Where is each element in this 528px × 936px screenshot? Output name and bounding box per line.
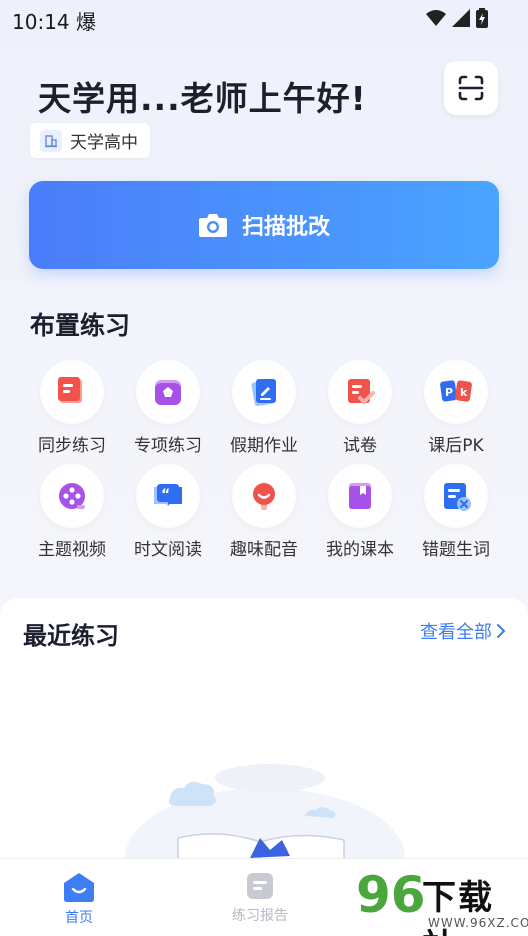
textbook-icon <box>328 464 392 528</box>
grid-item-wrong-words[interactable]: 错题生词 <box>408 464 504 568</box>
grid-item-fun-dubbing[interactable]: 趣味配音 <box>216 464 312 568</box>
status-time: 10:14 爆 <box>12 6 96 35</box>
school-chip[interactable]: 天学高中 <box>30 123 150 158</box>
check-paper-icon <box>328 360 392 424</box>
camera-icon <box>198 214 227 237</box>
nav-home-label: 首页 <box>65 910 93 926</box>
see-all-link[interactable]: 查看全部 <box>420 618 506 644</box>
scan-icon <box>458 75 484 101</box>
edit-note-icon <box>232 360 296 424</box>
quote-book-icon: “ <box>136 464 200 528</box>
grid-label: 主题视频 <box>38 540 106 560</box>
time-text: 10:14 <box>12 10 70 34</box>
grid-item-article-reading[interactable]: “ 时文阅读 <box>120 464 216 568</box>
status-icons <box>426 8 488 28</box>
smile-icon <box>232 464 296 528</box>
grid-item-pk[interactable]: Pk 课后PK <box>408 360 504 464</box>
grid-label: 同步练习 <box>38 436 106 456</box>
grid-label: 专项练习 <box>134 436 202 456</box>
see-all-label: 查看全部 <box>420 622 492 643</box>
grid-row: 同步练习 专项练习 假期作业 试卷 Pk 课后PK <box>24 360 508 464</box>
school-name: 天学高中 <box>70 133 138 153</box>
grid-item-holiday-homework[interactable]: 假期作业 <box>216 360 312 464</box>
wrong-word-icon <box>424 464 488 528</box>
battery-icon <box>476 8 488 28</box>
grid-label: 课后PK <box>428 436 484 456</box>
status-bar: 10:14 爆 <box>0 0 528 38</box>
scan-grade-button[interactable]: 扫描批改 <box>29 181 499 269</box>
grid-label: 假期作业 <box>230 436 298 456</box>
grid-label: 错题生词 <box>422 540 490 560</box>
wifi-icon <box>426 10 446 26</box>
status-glyph: 爆 <box>76 10 96 34</box>
svg-text:P: P <box>445 386 453 399</box>
grid-item-exam[interactable]: 试卷 <box>312 360 408 464</box>
grid-label: 我的课本 <box>326 540 394 560</box>
recent-title: 最近练习 <box>23 622 119 650</box>
grid-label: 试卷 <box>343 436 377 456</box>
svg-text:“: “ <box>161 487 170 503</box>
svg-text:k: k <box>460 386 468 399</box>
watermark-digits: 96 <box>356 866 426 924</box>
recent-practice-panel: 最近练习 查看全部 <box>0 598 528 878</box>
grid-label: 趣味配音 <box>230 540 298 560</box>
grid-item-my-textbook[interactable]: 我的课本 <box>312 464 408 568</box>
empty-state-illustration <box>125 764 405 878</box>
home-icon <box>64 873 94 902</box>
grid-item-sync-practice[interactable]: 同步练习 <box>24 360 120 464</box>
school-building-icon <box>40 129 62 152</box>
greeting-title: 天学用...老师上午好! <box>38 79 367 118</box>
grid-label: 时文阅读 <box>134 540 202 560</box>
chevron-right-icon <box>497 624 506 638</box>
nav-report[interactable]: 练习报告 <box>232 871 288 925</box>
grid-row: 主题视频 “ 时文阅读 趣味配音 我的课本 错题生词 <box>24 464 508 568</box>
grid-item-special-practice[interactable]: 专项练习 <box>120 360 216 464</box>
assign-section-title: 布置练习 <box>30 311 131 340</box>
scan-corner-button[interactable] <box>444 61 498 115</box>
watermark-url: WWW.96XZ.COM <box>428 916 528 930</box>
report-icon <box>247 873 273 899</box>
watermark-logo: 96 下载站 WWW.96XZ.COM <box>356 866 528 936</box>
scan-grade-label: 扫描批改 <box>241 215 330 240</box>
pk-icon: Pk <box>424 360 488 424</box>
grid-item-theme-video[interactable]: 主题视频 <box>24 464 120 568</box>
video-icon <box>40 464 104 528</box>
nav-home[interactable]: 首页 <box>62 871 96 927</box>
nav-report-label: 练习报告 <box>232 908 288 924</box>
pentagon-icon <box>136 360 200 424</box>
book-icon <box>40 360 104 424</box>
practice-grid: 同步练习 专项练习 假期作业 试卷 Pk 课后PK 主题视频 “ 时文阅读 趣味… <box>24 360 508 568</box>
signal-icon <box>452 9 470 27</box>
